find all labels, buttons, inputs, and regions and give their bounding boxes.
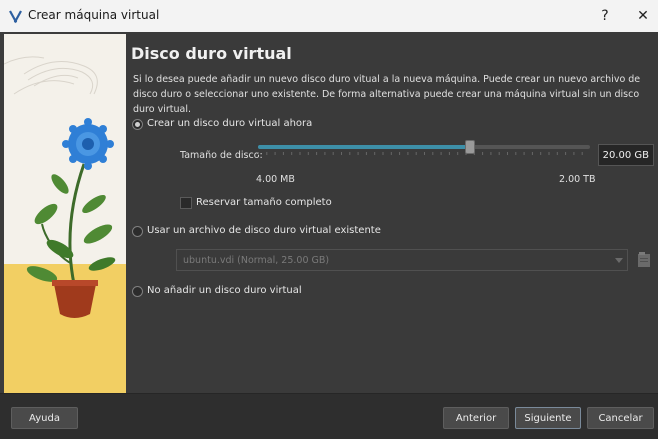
- cancel-button[interactable]: Cancelar: [587, 407, 654, 429]
- slider-tick: [374, 152, 376, 155]
- slider-tick: [299, 152, 301, 155]
- help-button[interactable]: Ayuda: [11, 407, 78, 429]
- slider-tick: [548, 152, 550, 155]
- slider-tick: [324, 152, 326, 155]
- slider-tick: [432, 152, 434, 155]
- slider-tick: [316, 152, 318, 155]
- slider-tick: [307, 152, 309, 155]
- slider-tick: [515, 152, 517, 155]
- slider-tick: [357, 152, 359, 155]
- slider-tick: [349, 152, 351, 155]
- close-button[interactable]: ✕: [628, 4, 658, 28]
- wizard-side-illustration: [4, 34, 126, 393]
- create-disk-radio[interactable]: [132, 119, 143, 130]
- slider-handle[interactable]: [465, 140, 475, 154]
- question-icon: ?: [601, 8, 609, 24]
- slider-tick: [507, 152, 508, 155]
- slider-tick: [565, 152, 567, 155]
- slider-tick: [482, 152, 484, 155]
- slider-ticks: [258, 152, 583, 155]
- use-existing-radio[interactable]: [132, 226, 143, 237]
- window-title: Crear máquina virtual: [28, 8, 160, 22]
- disk-size-max-label: 2.00 TB: [559, 174, 596, 185]
- slider-tick: [399, 152, 401, 155]
- slider-tick: [581, 152, 583, 155]
- disk-size-min-label: 4.00 MB: [256, 174, 295, 185]
- slider-tick: [440, 152, 442, 155]
- slider-tick: [490, 152, 492, 155]
- wizard-content: Disco duro virtual Si lo desea puede aña…: [126, 32, 658, 393]
- no-disk-label[interactable]: No añadir un disco duro virtual: [147, 285, 302, 296]
- disk-size-slider[interactable]: [258, 138, 590, 158]
- slider-tick: [540, 152, 542, 155]
- wizard-body: Disco duro virtual Si lo desea puede aña…: [0, 32, 658, 393]
- slider-tick: [390, 152, 392, 155]
- title-bar: Crear máquina virtual ? ✕: [0, 0, 658, 32]
- slider-tick: [291, 152, 293, 155]
- slider-tick: [531, 152, 533, 155]
- slider-tick: [415, 152, 417, 155]
- slider-tick: [382, 152, 384, 155]
- folder-browse-icon[interactable]: [636, 250, 652, 270]
- use-existing-label[interactable]: Usar un archivo de disco duro virtual ex…: [147, 225, 381, 236]
- virtualbox-icon: [9, 10, 22, 24]
- preallocate-checkbox[interactable]: [180, 197, 192, 209]
- slider-tick: [457, 152, 459, 155]
- slider-tick: [498, 152, 500, 155]
- wizard-footer: Ayuda Anterior Siguiente Cancelar: [0, 393, 658, 439]
- close-icon: ✕: [637, 8, 649, 24]
- slider-tick: [274, 152, 276, 155]
- slider-tick: [573, 152, 575, 155]
- existing-disk-combo[interactable]: ubuntu.vdi (Normal, 25.00 GB): [176, 249, 628, 271]
- slider-fill: [258, 145, 470, 149]
- slider-tick: [341, 152, 342, 155]
- slider-tick: [258, 152, 259, 155]
- slider-tick: [424, 152, 425, 155]
- slider-tick: [523, 152, 525, 155]
- slider-tick: [282, 152, 284, 155]
- back-button[interactable]: Anterior: [443, 407, 509, 429]
- help-title-button[interactable]: ?: [590, 4, 620, 28]
- disk-size-field[interactable]: 20.00 GB: [598, 144, 654, 166]
- preallocate-label[interactable]: Reservar tamaño completo: [196, 197, 332, 208]
- chevron-down-icon: [615, 258, 623, 263]
- existing-disk-selected: ubuntu.vdi (Normal, 25.00 GB): [183, 254, 330, 266]
- next-button[interactable]: Siguiente: [515, 407, 581, 429]
- page-description: Si lo desea puede añadir un nuevo disco …: [133, 74, 641, 115]
- slider-tick: [556, 152, 558, 155]
- slider-tick: [365, 152, 367, 155]
- slider-tick: [332, 152, 334, 155]
- create-disk-label[interactable]: Crear un disco duro virtual ahora: [147, 118, 312, 129]
- slider-tick: [448, 152, 450, 155]
- page-title: Disco duro virtual: [131, 44, 292, 63]
- no-disk-radio[interactable]: [132, 286, 143, 297]
- disk-size-label: Tamaño de disco:: [180, 150, 263, 161]
- slider-tick: [407, 152, 409, 155]
- slider-tick: [266, 152, 268, 155]
